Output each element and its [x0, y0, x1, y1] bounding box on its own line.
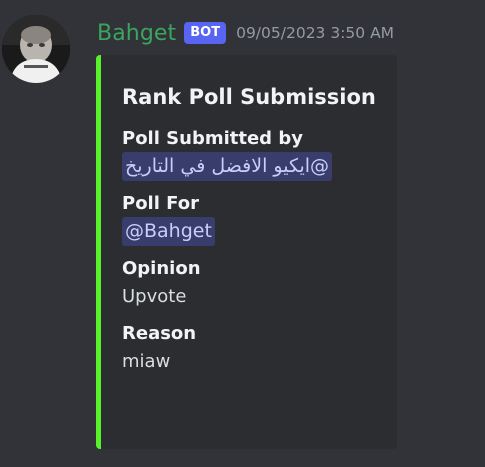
field-name: Opinion	[122, 258, 201, 279]
message-header: Bahget BOT 09/05/2023 3:50 AM	[97, 17, 394, 49]
embed-card: Rank Poll Submission Poll Submitted by @…	[96, 55, 397, 449]
field-value: @Bahget	[122, 217, 381, 247]
user-mention[interactable]: @ايكيو الافضل في التاريخ	[122, 152, 333, 181]
field-value: miaw	[122, 351, 171, 372]
embed-field-submitted-by: Poll Submitted by @ايكيو الافضل في التار…	[122, 126, 381, 182]
message-timestamp[interactable]: 09/05/2023 3:50 AM	[236, 24, 394, 42]
embed-field-reason: Reason miaw	[122, 321, 381, 377]
avatar[interactable]	[2, 15, 70, 83]
author-username[interactable]: Bahget	[97, 21, 176, 46]
embed-field-opinion: Opinion Upvote	[122, 256, 381, 312]
embed-field-poll-for: Poll For @Bahget	[122, 191, 381, 247]
chat-message: Bahget BOT 09/05/2023 3:50 AM Rank Poll …	[0, 0, 485, 467]
field-value: @ايكيو الافضل في التاريخ	[122, 152, 381, 182]
field-name: Poll Submitted by	[122, 128, 303, 149]
field-value: Upvote	[122, 286, 187, 307]
avatar-image	[2, 15, 70, 83]
bot-badge: BOT	[184, 22, 227, 44]
embed-title: Rank Poll Submission	[122, 85, 376, 109]
field-name: Reason	[122, 323, 197, 344]
field-name: Poll For	[122, 193, 199, 214]
user-mention[interactable]: @Bahget	[122, 217, 215, 246]
